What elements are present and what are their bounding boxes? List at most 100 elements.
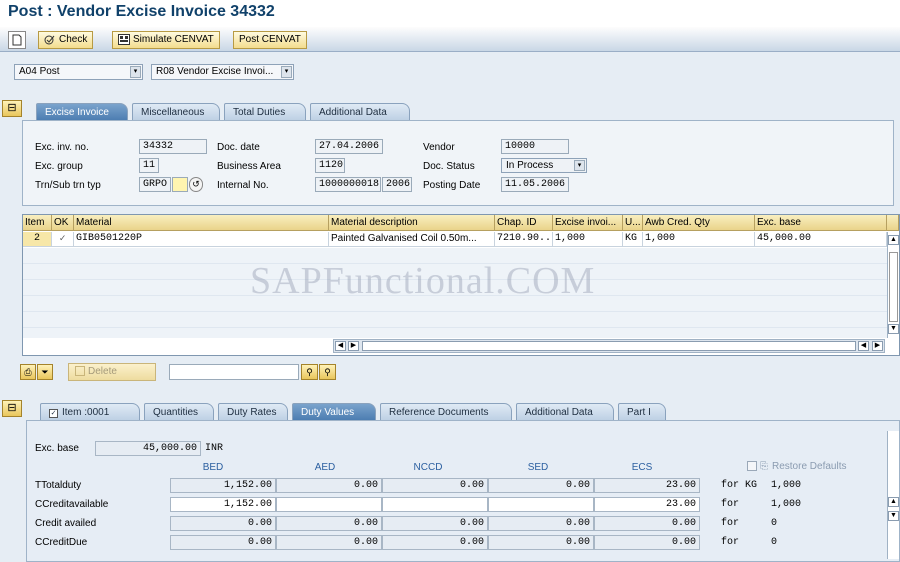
business-area-label: Business Area (217, 161, 281, 172)
column-header-material-description[interactable]: Material description (329, 215, 495, 231)
collapse-header-icon[interactable]: ⊟ (2, 100, 22, 117)
item-checkbox-icon[interactable]: ✓ (49, 409, 58, 418)
new-document-icon[interactable] (8, 31, 26, 49)
credit-due-aed[interactable]: 0.00 (276, 535, 382, 550)
total-duty-bed[interactable]: 1,152.00 (170, 478, 276, 493)
trn-type-field[interactable]: GRPO (139, 177, 171, 192)
tab-additional-data[interactable]: Additional Data (516, 403, 614, 421)
find-next-icon[interactable]: ⚲ (319, 364, 336, 380)
tab-total-duties[interactable]: Total Duties (224, 103, 306, 121)
scroll-right-icon[interactable]: ▶ (872, 341, 883, 351)
total-duty-nccd[interactable]: 0.00 (382, 478, 488, 493)
column-header-item[interactable]: Item (23, 215, 52, 231)
post-cenvat-button[interactable]: Post CENVAT (233, 31, 307, 49)
doc-status-select[interactable]: In Process ▾ (501, 158, 587, 173)
tab-quantities[interactable]: Quantities (144, 403, 214, 421)
chap-id-cell[interactable]: 7210.90... (495, 232, 553, 247)
trn-subtype-field[interactable] (172, 177, 188, 192)
tab-item[interactable]: ✓ Item :0001 (40, 403, 140, 421)
doc-date-field[interactable]: 27.04.2006 (315, 139, 383, 154)
internal-no-field[interactable]: 1000000018 (315, 177, 381, 192)
search-input[interactable] (169, 364, 299, 380)
credit-available-nccd[interactable] (382, 497, 488, 512)
scroll-thumb[interactable] (889, 252, 898, 322)
total-duty-sed[interactable]: 0.00 (488, 478, 594, 493)
tab-excise-invoice[interactable]: Excise Invoice (36, 103, 128, 121)
ok-checkbox[interactable]: ✓ (52, 232, 74, 247)
column-header-awb-cred-qty[interactable]: Awb Cred. Qty (643, 215, 755, 231)
credit-availed-ecs[interactable]: 0.00 (594, 516, 700, 531)
filter-icon[interactable]: ⏷ (37, 364, 53, 380)
tab-additional-data[interactable]: Additional Data (310, 103, 410, 121)
tab-miscellaneous[interactable]: Miscellaneous (132, 103, 220, 121)
material-description-cell[interactable]: Painted Galvanised Coil 0.50m... (329, 232, 495, 247)
scroll-up-icon[interactable]: ▲ (888, 497, 899, 507)
scroll-left-icon[interactable]: ◀ (335, 341, 346, 351)
scroll-right-icon[interactable]: ▶ (348, 341, 359, 351)
credit-due-nccd[interactable]: 0.00 (382, 535, 488, 550)
credit-available-sed[interactable] (488, 497, 594, 512)
for-label: for (721, 518, 740, 529)
column-header-chap-id[interactable]: Chap. ID (495, 215, 553, 231)
credit-availed-sed[interactable]: 0.00 (488, 516, 594, 531)
credit-availed-nccd[interactable]: 0.00 (382, 516, 488, 531)
material-cell[interactable]: GIB0501220P (74, 232, 329, 247)
tab-duty-rates[interactable]: Duty Rates (218, 403, 288, 421)
collapse-item-detail-icon[interactable]: ⊟ (2, 400, 22, 417)
awb-cred-qty-cell[interactable]: 1,000 (643, 232, 755, 247)
exc-base-value[interactable]: 45,000.00 (95, 441, 201, 456)
trn-type-label: Trn/Sub trn typ (35, 180, 101, 191)
duty-vertical-scrollbar[interactable]: ▲ ▼ (887, 431, 899, 559)
scroll-up-icon[interactable]: ▲ (888, 235, 899, 245)
posting-date-field[interactable]: 11.05.2006 (501, 177, 569, 192)
dropdown-arrow-icon[interactable]: ▾ (130, 66, 141, 78)
horizontal-scroll-thumb[interactable] (362, 341, 856, 351)
find-icon[interactable]: ⚲ (301, 364, 318, 380)
column-header-excise-invoice-qty[interactable]: Excise invoi... (553, 215, 623, 231)
tab-duty-values[interactable]: Duty Values (292, 403, 376, 421)
column-header-material[interactable]: Material (74, 215, 329, 231)
scroll-left-icon[interactable]: ◀ (858, 341, 869, 351)
exc-inv-no-field[interactable]: 34332 (139, 139, 207, 154)
exc-base-cell[interactable]: 45,000.00 (755, 232, 887, 247)
scroll-down-icon[interactable]: ▼ (888, 511, 899, 521)
column-header-ok[interactable]: OK (52, 215, 74, 231)
excise-invoice-qty-cell[interactable]: 1,000 (553, 232, 623, 247)
tab-reference-documents[interactable]: Reference Documents (380, 403, 512, 421)
column-header-exc-base[interactable]: Exc. base (755, 215, 887, 231)
dropdown-arrow-icon[interactable]: ▾ (281, 66, 292, 78)
restore-defaults-option[interactable]: ⎘ Restore Defaults (747, 461, 846, 472)
vendor-field[interactable]: 10000 (501, 139, 569, 154)
restore-defaults-checkbox[interactable] (747, 461, 757, 472)
search-help-icon[interactable]: ↺ (189, 177, 203, 192)
business-area-field[interactable]: 1120 (315, 158, 345, 173)
unit-cell[interactable]: KG (623, 232, 643, 247)
column-header-unit[interactable]: U... (623, 215, 643, 231)
action-select[interactable]: A04 Post ▾ (14, 64, 143, 80)
check-button[interactable]: Check (38, 31, 94, 49)
print-icon[interactable]: ⎙ (20, 364, 36, 380)
total-duty-aed[interactable]: 0.00 (276, 478, 382, 493)
credit-due-sed[interactable]: 0.00 (488, 535, 594, 550)
credit-due-ecs[interactable]: 0.00 (594, 535, 700, 550)
reference-document-select[interactable]: R08 Vendor Excise Invoi... ▾ (151, 64, 294, 80)
table-vertical-scrollbar[interactable]: ▲ ▼ (887, 232, 899, 338)
item-number-cell[interactable]: 2 (23, 232, 52, 247)
total-duty-ecs[interactable]: 23.00 (594, 478, 700, 493)
credit-availed-bed[interactable]: 0.00 (170, 516, 276, 531)
credit-availed-aed[interactable]: 0.00 (276, 516, 382, 531)
internal-year-field[interactable]: 2006 (382, 177, 412, 192)
simulate-cenvat-button[interactable]: Simulate CENVAT (112, 31, 220, 49)
dropdown-arrow-icon[interactable]: ▾ (574, 160, 585, 171)
credit-available-ecs[interactable]: 23.00 (594, 497, 700, 512)
delete-button[interactable]: Delete (68, 363, 156, 381)
credit-available-bed[interactable]: 1,152.00 (170, 497, 276, 512)
credit-available-aed[interactable] (276, 497, 382, 512)
exc-group-label: Exc. group (35, 161, 83, 172)
table-horizontal-scrollbar[interactable]: ◀ ▶ ◀ ▶ (333, 339, 885, 353)
column-settings-icon[interactable] (887, 215, 899, 231)
credit-due-bed[interactable]: 0.00 (170, 535, 276, 550)
exc-group-field[interactable]: 11 (139, 158, 159, 173)
scroll-down-icon[interactable]: ▼ (888, 324, 899, 334)
tab-part-i[interactable]: Part I (618, 403, 666, 421)
